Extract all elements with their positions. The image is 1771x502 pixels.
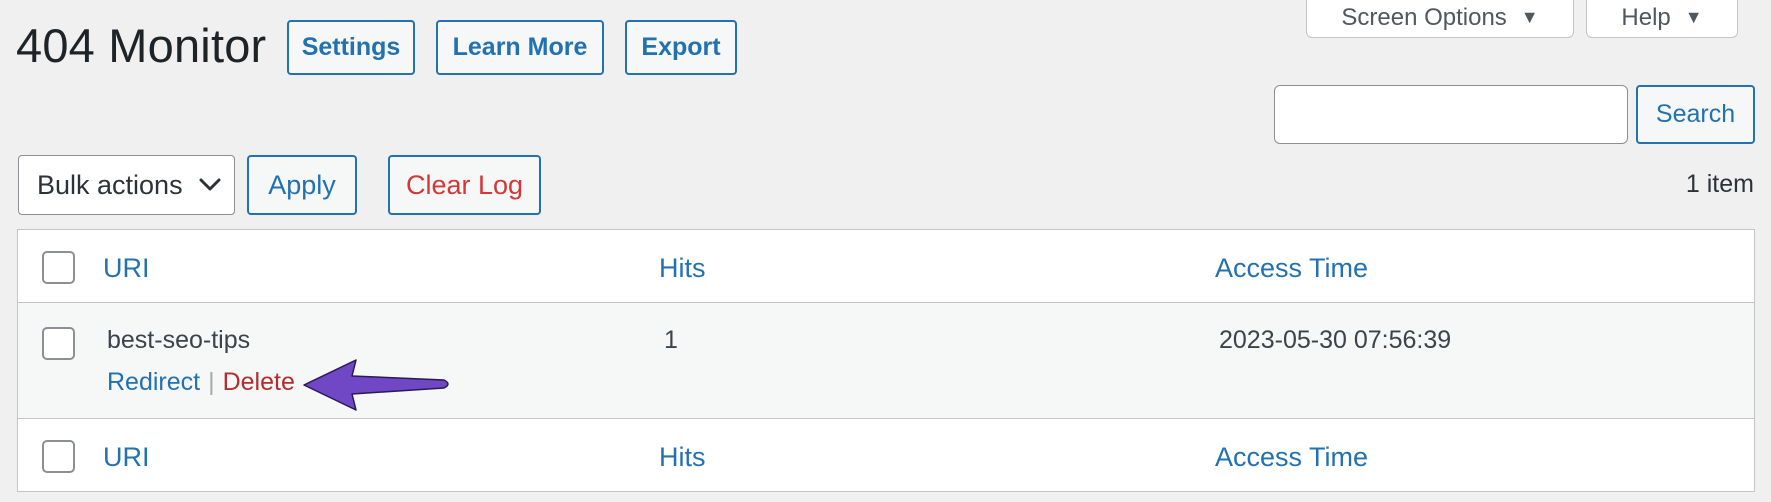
annotation-arrow-icon xyxy=(303,359,449,411)
column-footer-hits[interactable]: Hits xyxy=(659,442,706,473)
search-button[interactable]: Search xyxy=(1636,85,1755,144)
page-title: 404 Monitor xyxy=(16,19,267,72)
table-footer-row: URI Hits Access Time xyxy=(18,419,1754,491)
action-separator: | xyxy=(208,368,215,396)
chevron-down-icon xyxy=(199,178,221,191)
select-all-checkbox[interactable] xyxy=(42,251,75,284)
item-count: 1 item xyxy=(1685,170,1754,198)
screen-options-label: Screen Options xyxy=(1341,3,1507,31)
cell-hits: 1 xyxy=(664,326,678,354)
table-header-row: URI Hits Access Time xyxy=(18,230,1754,303)
help-tab[interactable]: Help ▼ xyxy=(1586,0,1738,38)
table-row: best-seo-tips 1 2023-05-30 07:56:39 Redi… xyxy=(18,303,1754,419)
row-actions: Redirect | Delete xyxy=(107,368,295,397)
monitor-table: URI Hits Access Time best-seo-tips 1 202… xyxy=(17,229,1755,492)
row-checkbox[interactable] xyxy=(42,327,75,360)
column-header-uri[interactable]: URI xyxy=(103,253,150,284)
screen: Screen Options ▼ Help ▼ 404 Monitor Sett… xyxy=(0,0,1771,502)
cell-access-time: 2023-05-30 07:56:39 xyxy=(1219,326,1452,354)
learn-more-button[interactable]: Learn More xyxy=(436,20,604,75)
search-input[interactable] xyxy=(1274,85,1628,144)
column-footer-access-time[interactable]: Access Time xyxy=(1215,442,1368,473)
apply-button[interactable]: Apply xyxy=(247,155,357,215)
clear-log-button[interactable]: Clear Log xyxy=(388,155,541,215)
select-all-checkbox-footer[interactable] xyxy=(42,440,75,473)
column-header-hits[interactable]: Hits xyxy=(659,253,706,284)
cell-uri: best-seo-tips xyxy=(107,326,251,354)
triangle-down-icon: ▼ xyxy=(1684,7,1703,27)
delete-link[interactable]: Delete xyxy=(223,368,295,397)
column-footer-uri[interactable]: URI xyxy=(103,442,150,473)
bulk-actions-select[interactable]: Bulk actions xyxy=(18,155,235,215)
settings-button[interactable]: Settings xyxy=(287,20,415,75)
triangle-down-icon: ▼ xyxy=(1520,7,1539,27)
export-button[interactable]: Export xyxy=(625,20,737,75)
redirect-link[interactable]: Redirect xyxy=(107,368,200,397)
column-header-access-time[interactable]: Access Time xyxy=(1215,253,1368,284)
screen-options-tab[interactable]: Screen Options ▼ xyxy=(1306,0,1574,38)
bulk-actions-label: Bulk actions xyxy=(37,169,183,200)
help-label: Help xyxy=(1621,3,1671,31)
